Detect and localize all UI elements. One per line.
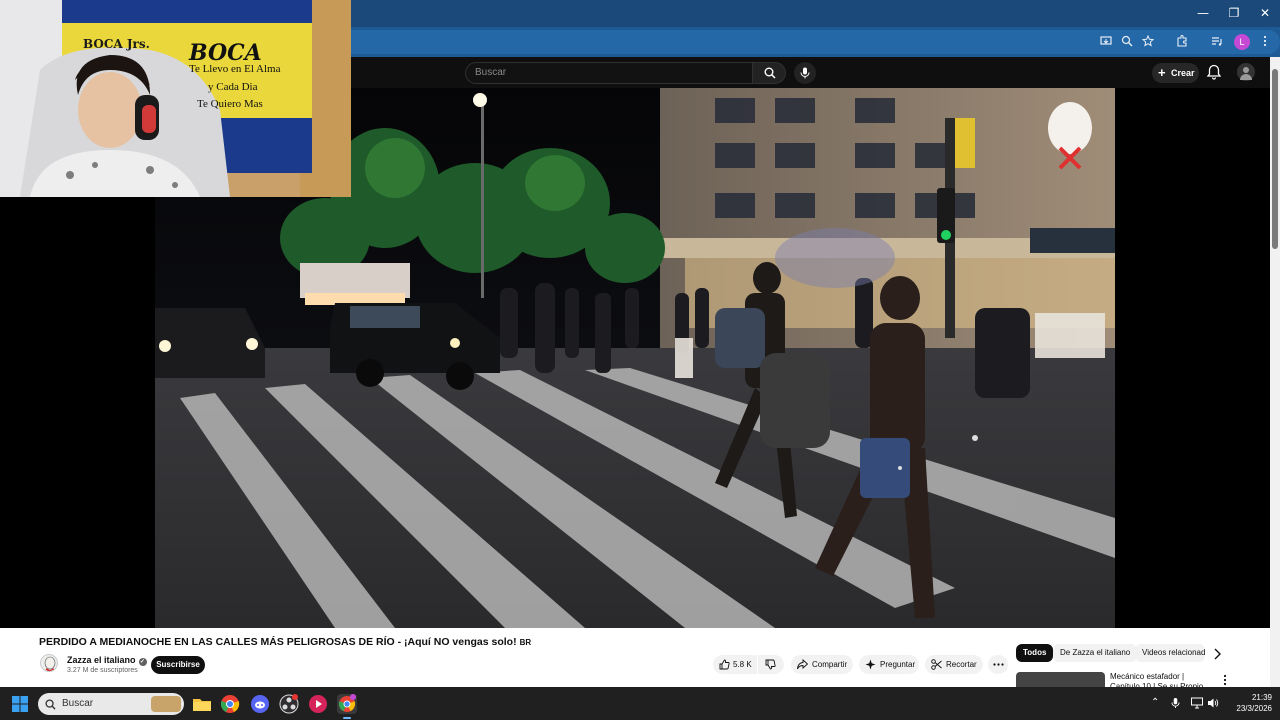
- obs-icon[interactable]: [279, 694, 299, 714]
- chrome-icon[interactable]: [220, 694, 240, 714]
- user-avatar[interactable]: [1237, 63, 1255, 81]
- taskbar-search-input[interactable]: Buscar: [38, 693, 184, 715]
- flag-line3: y Cada Dia: [208, 81, 258, 93]
- flag-line4: Te Quiero Mas: [197, 98, 263, 110]
- file-explorer-icon[interactable]: [192, 694, 212, 714]
- ask-label: Preguntar: [880, 660, 916, 669]
- subscriber-count: 3.27 M de suscriptores: [67, 667, 138, 674]
- channel-name[interactable]: Zazza el italiano ✓: [67, 655, 147, 666]
- like-count: 5.8 K: [733, 660, 752, 669]
- discord-icon[interactable]: [250, 694, 270, 714]
- media-player-icon[interactable]: [308, 694, 328, 714]
- webcam-overlay: BOCA Jrs. BOCA Te Llevo en El Alma y Cad…: [0, 0, 351, 197]
- flag-line1: BOCA Jrs.: [83, 37, 150, 51]
- dislike-button[interactable]: [758, 655, 784, 674]
- windows-taskbar: Buscar ⌃ 21:39 23/3/2026: [0, 687, 1280, 720]
- clock-time: 21:39: [1251, 693, 1272, 702]
- thumbs-up-icon: [719, 659, 730, 670]
- page-scrollbar[interactable]: [1270, 57, 1280, 687]
- minimize-button[interactable]: —: [1188, 3, 1218, 23]
- bookmark-star-icon[interactable]: [1139, 34, 1157, 52]
- more-horizontal-icon: [993, 663, 1004, 666]
- more-actions-button[interactable]: [988, 655, 1008, 674]
- microphone-icon: [800, 67, 810, 79]
- share-icon: [797, 659, 808, 670]
- zoom-icon[interactable]: [1118, 34, 1136, 52]
- tray-microphone-icon[interactable]: [1171, 697, 1180, 712]
- flag-line2: Te Llevo en El Alma: [189, 63, 281, 75]
- create-button[interactable]: + Crear: [1152, 63, 1199, 83]
- search-input[interactable]: Buscar: [465, 62, 752, 84]
- tray-volume-icon[interactable]: [1207, 697, 1219, 712]
- notifications-bell-icon[interactable]: [1206, 64, 1223, 80]
- verified-check-icon: ✓: [138, 658, 147, 666]
- scissors-icon: [931, 659, 942, 670]
- video-info-area: PERDIDO A MEDIANOCHE EN LAS CALLES MÁS P…: [0, 628, 1270, 687]
- recommended-title[interactable]: Mecánico estafador | Capítulo 10 | Se su…: [1110, 672, 1215, 687]
- install-app-icon[interactable]: [1097, 34, 1115, 52]
- windows-start-icon[interactable]: [12, 696, 28, 717]
- create-label: Crear: [1171, 68, 1195, 78]
- channel-name-text: Zazza el italiano: [67, 655, 136, 665]
- search-icon: [45, 699, 56, 710]
- share-label: Compartir: [812, 660, 848, 669]
- search-icon: [764, 67, 776, 79]
- recommended-thumbnail[interactable]: [1016, 672, 1105, 687]
- voice-search-button[interactable]: [794, 62, 816, 84]
- chip-from-channel[interactable]: De Zazza el italiano: [1053, 644, 1138, 662]
- active-app-indicator: [343, 717, 351, 719]
- country-badge: BR: [519, 638, 532, 647]
- clock-date: 23/3/2026: [1236, 704, 1272, 713]
- clip-label: Recortar: [946, 660, 977, 669]
- subscribe-button[interactable]: Suscribirse: [151, 656, 205, 674]
- profile-avatar[interactable]: L: [1234, 34, 1250, 50]
- ask-button[interactable]: Preguntar: [859, 655, 919, 674]
- taskbar-search-placeholder: Buscar: [62, 698, 94, 709]
- tray-overflow-icon[interactable]: ⌃: [1151, 697, 1159, 708]
- scrollbar-thumb[interactable]: [1272, 69, 1278, 249]
- close-window-button[interactable]: ✕: [1250, 3, 1280, 23]
- like-button[interactable]: 5.8 K: [713, 655, 757, 674]
- clip-button[interactable]: Recortar: [925, 655, 983, 674]
- tray-display-icon[interactable]: [1191, 697, 1203, 712]
- thumbs-down-icon: [765, 659, 776, 670]
- browser-menu-icon[interactable]: [1256, 34, 1274, 52]
- chrome-active-icon[interactable]: [337, 694, 357, 714]
- search-button[interactable]: [752, 62, 786, 84]
- video-title: PERDIDO A MEDIANOCHE EN LAS CALLES MÁS P…: [39, 636, 531, 648]
- restore-button[interactable]: ❐: [1219, 3, 1249, 23]
- channel-avatar[interactable]: [40, 654, 58, 672]
- search-highlight-icon: [151, 696, 181, 712]
- chips-next-arrow-icon[interactable]: [1212, 647, 1222, 665]
- sparkle-icon: [865, 659, 876, 670]
- media-control-icon[interactable]: [1208, 34, 1226, 52]
- extensions-icon[interactable]: [1173, 34, 1191, 52]
- share-button[interactable]: Compartir: [791, 655, 853, 674]
- chip-all[interactable]: Todos: [1016, 644, 1054, 662]
- video-title-text: PERDIDO A MEDIANOCHE EN LAS CALLES MÁS P…: [39, 636, 517, 648]
- plus-icon: +: [1158, 65, 1166, 80]
- taskbar-clock[interactable]: 21:39 23/3/2026: [1222, 692, 1272, 714]
- chip-related[interactable]: Videos relacionados: [1135, 644, 1205, 662]
